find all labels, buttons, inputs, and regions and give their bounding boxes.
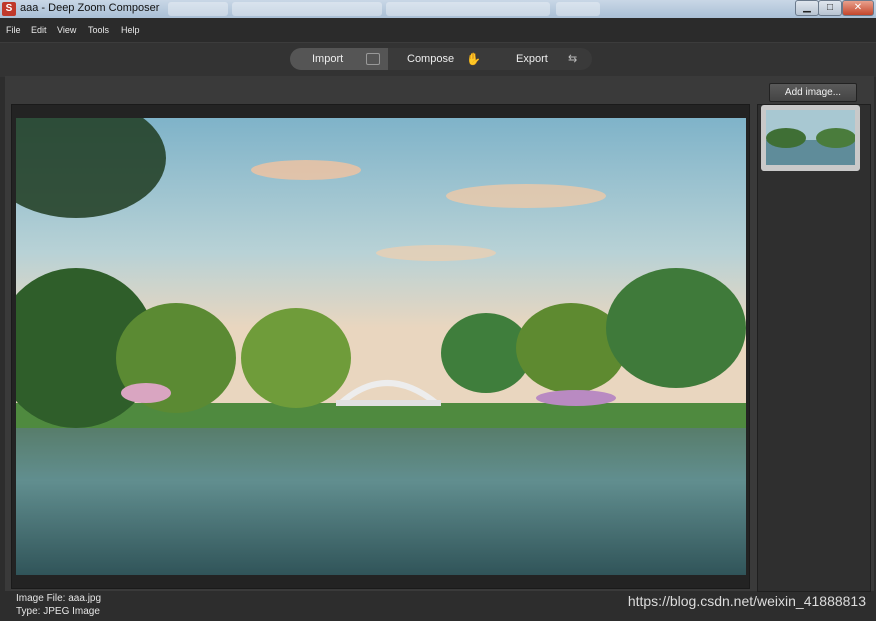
landscape-image xyxy=(16,118,746,575)
taskbar-tab[interactable] xyxy=(386,2,550,16)
tab-import[interactable]: Import xyxy=(290,48,388,70)
app-icon: S xyxy=(2,2,16,16)
menu-file[interactable]: File xyxy=(6,25,21,35)
mode-toolbar: Import Compose ✋ Export ⇆ xyxy=(0,42,876,77)
maximize-icon: □ xyxy=(826,2,834,13)
minimize-button[interactable]: ▁ xyxy=(795,0,819,16)
image-type-label: Type: JPEG Image xyxy=(16,606,100,617)
export-icon: ⇆ xyxy=(568,53,578,65)
tab-export-label: Export xyxy=(516,53,548,65)
taskbar-tab[interactable] xyxy=(168,2,228,16)
tab-export[interactable]: Export ⇆ xyxy=(492,48,592,70)
import-icon xyxy=(366,53,380,65)
thumbnail-landscape xyxy=(766,110,855,165)
minimize-icon: ▁ xyxy=(803,2,811,13)
taskbar-tab[interactable] xyxy=(232,2,382,16)
close-icon: ✕ xyxy=(853,2,863,13)
image-preview xyxy=(16,118,746,575)
taskbar-tab[interactable] xyxy=(556,2,600,16)
hand-icon: ✋ xyxy=(466,52,481,66)
menu-view[interactable]: View xyxy=(57,25,76,35)
menu-tools[interactable]: Tools xyxy=(88,25,109,35)
image-file-label: Image File: aaa.jpg xyxy=(16,593,102,604)
menu-help[interactable]: Help xyxy=(121,25,140,35)
menu-edit[interactable]: Edit xyxy=(31,25,47,35)
maximize-button[interactable]: □ xyxy=(818,0,842,16)
window-title: aaa - Deep Zoom Composer xyxy=(20,2,160,14)
window-title-bar: S aaa - Deep Zoom Composer ▁ □ ✕ xyxy=(0,0,876,18)
watermark-text: https://blog.csdn.net/weixin_41888813 xyxy=(627,593,866,609)
tab-compose-label: Compose xyxy=(407,53,455,65)
tab-compose[interactable]: Compose ✋ xyxy=(388,48,490,70)
image-list-panel xyxy=(757,104,871,592)
tab-import-label: Import xyxy=(312,53,344,65)
thumbnail-image[interactable] xyxy=(766,110,855,165)
menu-bar: File Edit View Tools Help xyxy=(0,18,876,42)
add-image-button[interactable]: Add image... xyxy=(769,83,857,102)
close-button[interactable]: ✕ xyxy=(842,0,874,16)
